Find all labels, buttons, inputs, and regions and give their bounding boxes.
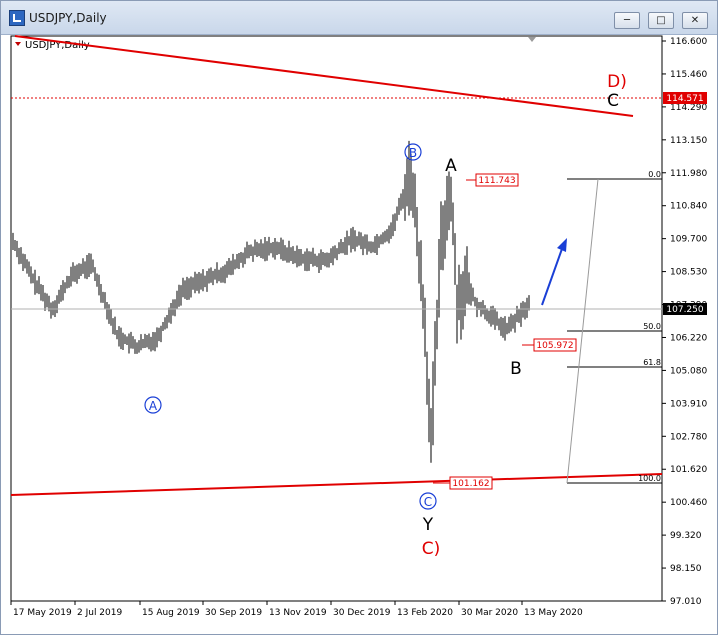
wave-label-y: Y [422,515,434,535]
x-tick-label: 15 Aug 2019 [142,608,200,618]
y-tick-label: 103.910 [670,399,707,409]
x-tick-label: 13 Feb 2020 [397,608,453,618]
title-bar[interactable]: USDJPY,Daily ─ □ ✕ [1,1,717,35]
svg-text:A: A [149,399,158,413]
x-tick-label: 13 May 2020 [524,608,583,618]
close-icon: ✕ [690,15,700,26]
x-tick-label: 2 Jul 2019 [77,608,122,618]
x-tick-label: 30 Sep 2019 [205,608,262,618]
y-tick-label: 101.620 [670,465,707,475]
x-tick-label: 30 Dec 2019 [333,608,391,618]
chart-window: USDJPY,Daily ─ □ ✕ USDJPY,Daily 116.600 1… [0,0,718,635]
minimize-icon: ─ [623,15,631,26]
y-tick-label: 106.220 [670,333,707,343]
maximize-button[interactable]: □ [648,12,674,29]
price-label-114571-axis: 114.571 [663,92,707,104]
current-price-axis-label: 107.250 [663,303,707,315]
y-tick-label: 111.980 [670,169,707,179]
svg-text:B: B [409,146,417,160]
y-tick-label: 108.530 [670,268,707,278]
wave-label-b: B [510,359,522,379]
svg-text:C: C [424,495,432,509]
fib-label-0: 0.0 [648,170,661,179]
y-axis: 116.600 115.460 114.290 113.150 111.980 110.8… [662,37,707,607]
y-tick-label: 116.600 [670,37,707,47]
chart-icon [9,10,25,26]
y-tick-label: 102.780 [670,432,707,442]
x-tick-label: 30 Mar 2020 [461,608,518,618]
y-tick-label: 115.460 [670,70,707,80]
y-tick-label: 105.080 [670,366,707,376]
fib-label-100: 100.0 [638,474,661,483]
y-tick-label: 113.150 [670,136,707,146]
wave-label-c: C [607,91,619,111]
minimize-button[interactable]: ─ [614,12,640,29]
y-tick-label: 97.010 [670,597,702,607]
svg-text:107.250: 107.250 [666,305,703,315]
close-button[interactable]: ✕ [682,12,708,29]
y-tick-label: 109.700 [670,235,707,245]
maximize-icon: □ [656,15,666,26]
window-title: USDJPY,Daily [29,11,107,25]
svg-text:111.743: 111.743 [478,176,515,186]
wave-label-c-paren: C) [422,539,441,559]
x-axis: 17 May 2019 2 Jul 2019 15 Aug 2019 30 Sep 2… [10,601,583,618]
svg-text:105.972: 105.972 [536,341,573,351]
fib-label-61-8: 61.8 [643,358,661,367]
svg-text:101.162: 101.162 [452,479,489,489]
y-tick-label: 110.840 [670,202,707,212]
wave-label-a: A [445,156,457,176]
price-chart[interactable]: USDJPY,Daily 116.600115.460114.290113.15… [1,34,717,634]
wave-label-d-paren: D) [607,72,627,92]
fib-label-50: 50.0 [643,322,661,331]
y-tick-label: 98.150 [670,564,702,574]
x-tick-label: 13 Nov 2019 [269,608,327,618]
y-tick-label: 114.290 [670,103,707,113]
svg-text:114.571: 114.571 [666,94,703,104]
y-tick-label: 100.460 [670,498,707,508]
x-tick-label: 17 May 2019 [13,608,72,618]
y-tick-label: 99.320 [670,531,702,541]
